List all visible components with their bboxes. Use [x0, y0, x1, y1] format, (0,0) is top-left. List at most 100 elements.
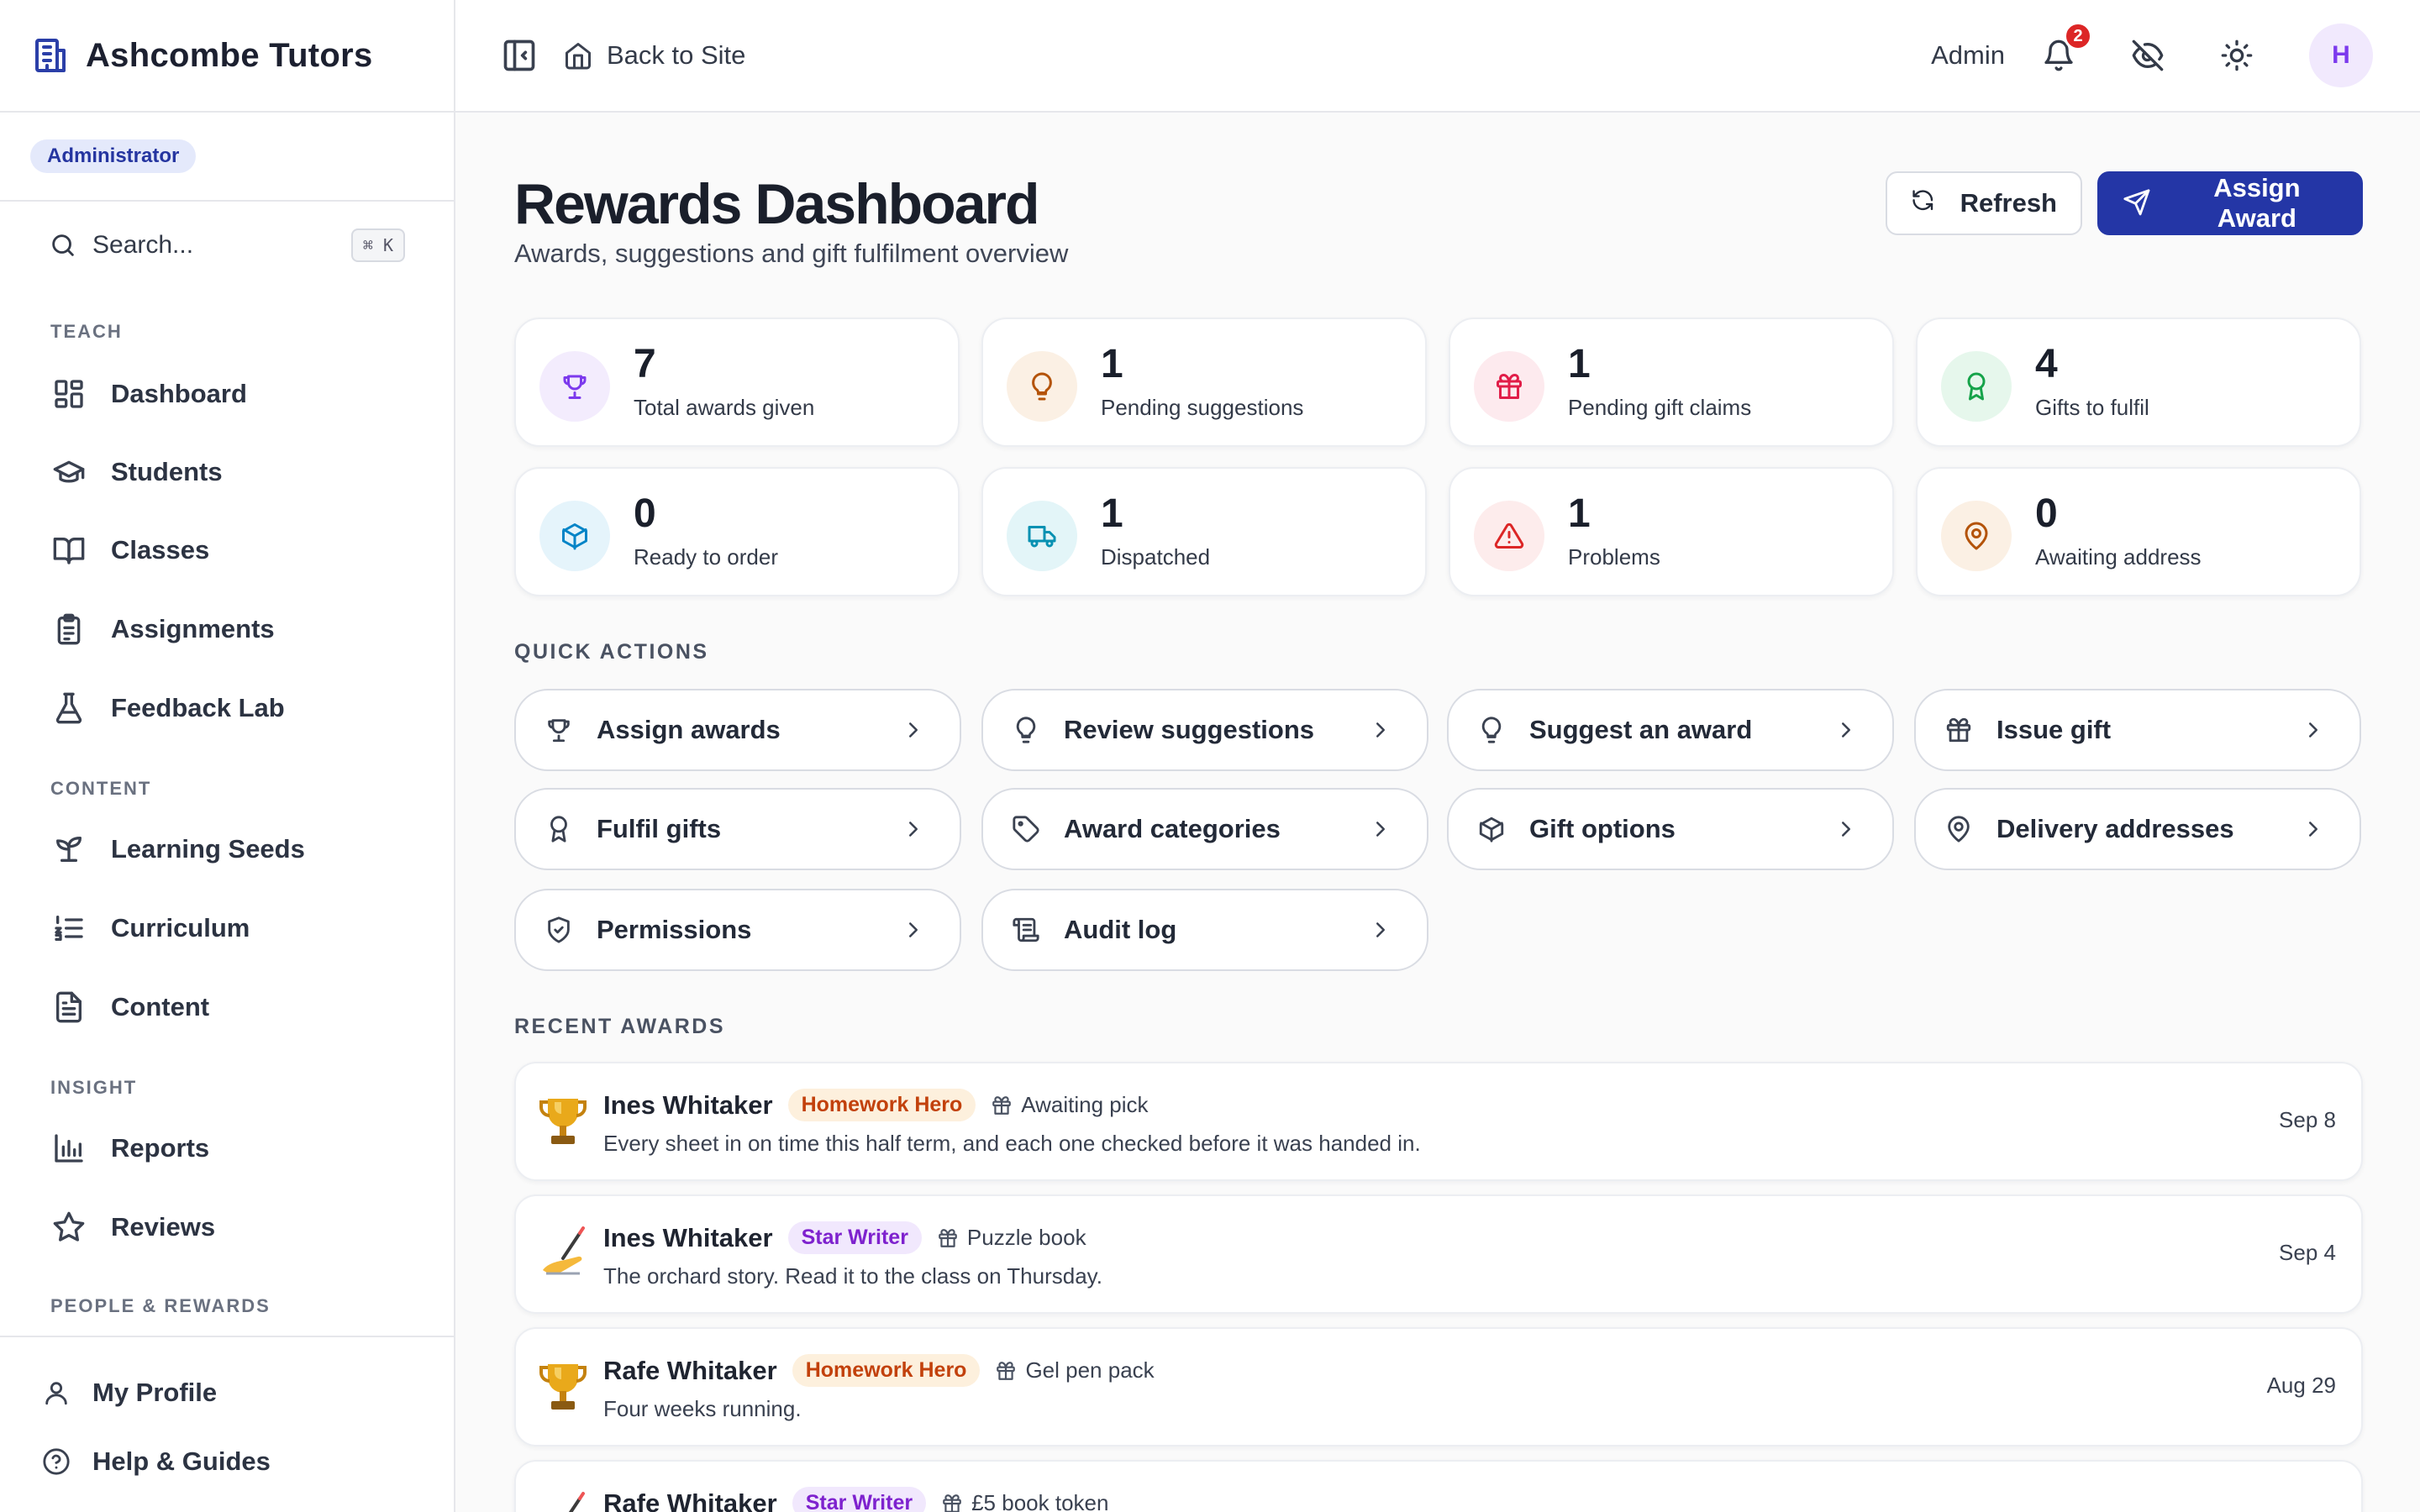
sidebar-item-reports[interactable]: Reports	[49, 1119, 420, 1178]
assign-award-button[interactable]: Assign Award	[2097, 171, 2363, 235]
stat-card-pending-gift-claims: 1 Pending gift claims	[1449, 318, 1894, 447]
sprout-icon	[52, 832, 86, 866]
chevron-right-icon	[2301, 717, 2326, 743]
building-icon	[30, 35, 71, 76]
layout-grid-icon	[52, 377, 86, 411]
stat-label: Gifts to fulfil	[2035, 395, 2149, 420]
award-note: The orchard story. Read it to the class …	[603, 1263, 1102, 1289]
topbar: Back to Site Admin 2 H	[455, 0, 2420, 113]
quick-action-issue-gift[interactable]: Issue gift	[1914, 689, 2361, 771]
eye-off-icon[interactable]	[2131, 39, 2165, 72]
role-badge: Administrator	[30, 139, 197, 173]
package-icon	[1477, 815, 1506, 843]
stat-icon-badge	[1007, 351, 1077, 422]
quick-action-label: Suggest an award	[1529, 715, 1753, 744]
assign-award-label: Assign Award	[2213, 173, 2301, 233]
award-head: Ines Whitaker Homework Hero Awaiting pic…	[603, 1089, 1149, 1121]
flask-icon	[52, 691, 86, 725]
award-row[interactable]: Rafe Whitaker Star Writer £5 book token	[514, 1460, 2363, 1512]
award-ribbon-icon	[1961, 371, 1991, 402]
stat-value: 4	[2035, 342, 2058, 386]
quick-action-fulfil-gifts[interactable]: Fulfil gifts	[514, 788, 961, 870]
refresh-button[interactable]: Refresh	[1886, 171, 2082, 235]
gift-icon	[1944, 716, 1973, 744]
award-row[interactable]: Ines Whitaker Star Writer Puzzle book Th…	[514, 1194, 2363, 1314]
gift-status: Gel pen pack	[995, 1357, 1155, 1383]
bell-icon[interactable]: 2	[2042, 22, 2092, 72]
help-circle-icon	[42, 1447, 71, 1476]
stat-label: Dispatched	[1101, 544, 1211, 570]
sidebar-footer: My Profile Help & Guides	[0, 1336, 454, 1512]
help-guides-link[interactable]: Help & Guides	[42, 1436, 271, 1487]
quick-action-gift-options[interactable]: Gift options	[1447, 788, 1894, 870]
award-category-badge: Star Writer	[792, 1487, 927, 1512]
sidebar-item-content[interactable]: Content	[49, 978, 420, 1037]
sidebar-item-reviews[interactable]: Reviews	[49, 1198, 420, 1257]
my-profile-link[interactable]: My Profile	[42, 1368, 217, 1418]
trophy-emoji	[538, 1092, 588, 1151]
sidebar-item-assignments[interactable]: Assignments	[49, 600, 420, 659]
sidebar-item-feedback-lab[interactable]: Feedback Lab	[49, 679, 420, 738]
map-pin-icon	[1944, 815, 1973, 843]
quick-action-label: Audit log	[1064, 915, 1177, 944]
award-ribbon-icon	[544, 815, 573, 843]
quick-action-award-categories[interactable]: Award categories	[981, 788, 1428, 870]
stat-icon-badge	[1941, 501, 2012, 571]
nav-section-insight: INSIGHT	[50, 1077, 138, 1098]
quick-action-permissions[interactable]: Permissions	[514, 889, 961, 971]
award-row[interactable]: Ines Whitaker Homework Hero Awaiting pic…	[514, 1062, 2363, 1181]
quick-action-assign-awards[interactable]: Assign awards	[514, 689, 961, 771]
avatar[interactable]: H	[2309, 24, 2373, 87]
sidebar-item-label: Classes	[111, 535, 210, 564]
sidebar-item-learning-seeds[interactable]: Learning Seeds	[49, 820, 420, 879]
award-note: Every sheet in on time this half term, a…	[603, 1131, 1421, 1156]
sun-icon[interactable]	[2220, 39, 2254, 72]
stat-card-total-awards: 7 Total awards given	[514, 318, 960, 447]
user-icon	[42, 1378, 71, 1407]
sidebar-item-students[interactable]: Students	[49, 443, 420, 501]
brand[interactable]: Ashcombe Tutors	[0, 0, 454, 113]
gift-icon	[995, 1360, 1017, 1382]
chevron-right-icon	[901, 917, 926, 942]
gift-icon	[941, 1493, 963, 1512]
quick-action-delivery-addresses[interactable]: Delivery addresses	[1914, 788, 2361, 870]
stat-label: Problems	[1568, 544, 1660, 570]
quick-action-review-suggestions[interactable]: Review suggestions	[981, 689, 1428, 771]
stat-value: 1	[1568, 342, 1591, 386]
admin-label[interactable]: Admin	[1931, 40, 2005, 71]
award-date: Sep 8	[2279, 1107, 2336, 1132]
chevron-right-icon	[1833, 717, 1859, 743]
bar-chart-icon	[52, 1131, 86, 1165]
sidebar-search[interactable]: ⌘ K	[49, 228, 405, 262]
tag-icon	[1012, 815, 1040, 843]
quick-action-label: Award categories	[1064, 814, 1281, 843]
sidebar-item-curriculum[interactable]: Curriculum	[49, 899, 420, 958]
chevron-right-icon	[901, 717, 926, 743]
student-name: Ines Whitaker	[603, 1222, 773, 1252]
send-icon	[2123, 188, 2151, 218]
stat-card-dispatched: 1 Dispatched	[981, 467, 1427, 596]
award-row[interactable]: Rafe Whitaker Homework Hero Gel pen pack…	[514, 1327, 2363, 1446]
award-category-badge: Homework Hero	[787, 1089, 976, 1121]
sidebar-item-dashboard[interactable]: Dashboard	[49, 365, 420, 423]
sidebar-item-label: Learning Seeds	[111, 834, 305, 864]
gift-status: Awaiting pick	[991, 1092, 1149, 1118]
stat-card-pending-suggestions: 1 Pending suggestions	[981, 318, 1427, 447]
refresh-icon	[1911, 188, 1935, 218]
quick-action-audit-log[interactable]: Audit log	[981, 889, 1428, 971]
refresh-label: Refresh	[1960, 188, 2057, 218]
quick-action-label: Gift options	[1529, 814, 1676, 843]
stat-icon-badge	[539, 501, 610, 571]
sidebar-item-classes[interactable]: Classes	[49, 521, 420, 580]
trophy-icon	[560, 371, 590, 402]
award-note: Four weeks running.	[603, 1396, 802, 1421]
gift-label: £5 book token	[971, 1490, 1109, 1512]
search-input[interactable]	[92, 231, 328, 260]
gift-icon	[1494, 371, 1524, 402]
stat-value: 7	[634, 342, 656, 386]
stat-icon-badge	[1474, 501, 1544, 571]
quick-action-suggest-award[interactable]: Suggest an award	[1447, 689, 1894, 771]
collapse-sidebar-icon[interactable]	[501, 37, 538, 74]
back-to-site-link[interactable]: Back to Site	[563, 40, 745, 71]
lightbulb-icon	[1012, 716, 1040, 744]
